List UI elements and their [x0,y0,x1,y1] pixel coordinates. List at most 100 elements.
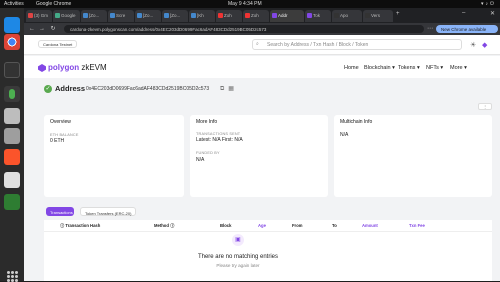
chat-icon[interactable] [4,172,20,188]
nav-home[interactable]: Home [344,65,359,71]
more-info-title: More Info [196,119,218,125]
vscode-icon[interactable] [4,17,20,33]
forward-icon[interactable]: → [38,25,46,33]
tab-favicon-icon [110,13,115,18]
nav-tokens[interactable]: Tokens ▾ [398,65,420,71]
new-chrome-button[interactable]: New Chrome available [436,25,498,33]
funded-by-label: FUNDED BY [196,151,220,155]
back-icon[interactable]: ← [28,25,36,33]
more-info-card: More Info TRANSACTIONS SENT Latest: N/A … [190,115,328,197]
app-grid-icon[interactable] [6,270,18,282]
tab-strip: (3) Gm Google [Zo... Scre [Zo... [Zo... [Kh Zoh… [24,8,500,23]
col-txn-fee[interactable]: Txn Fee [409,223,425,228]
filter-dropdown[interactable]: ⋮ [478,103,492,110]
browser-tab[interactable]: Addr [270,10,304,22]
theme-light-icon[interactable]: ☀ [470,41,476,49]
funded-by-value: N/A [196,157,205,163]
new-tab-icon[interactable]: + [396,11,400,17]
trash-icon[interactable] [4,194,20,210]
tab-label: Google [61,13,76,18]
empty-box-icon: ▣ [232,234,244,246]
empty-state-subtitle: Please try again later [216,263,260,268]
system-top-bar: Activities Google Chrome May 9 4:34 PM ▾… [0,0,500,8]
activities-button[interactable]: Activities [4,1,24,7]
folder-icon[interactable] [4,128,20,144]
search-input[interactable]: Search by Address / Txn Hash / Block / T… [252,39,462,50]
tab-label: Tok [313,13,321,18]
browser-tab[interactable]: [Zo... [162,10,188,22]
browser-tab[interactable]: Zoh [216,10,242,22]
eth-balance-value: 0 ETH [50,138,65,144]
terminal-icon[interactable] [4,62,20,78]
tab-transactions[interactable]: Transactions [46,207,74,216]
main-nav: polygon zkEVM Home Blockchain ▾ Tokens ▾… [24,56,500,78]
eth-balance-label: ETH BALANCE [50,133,79,137]
browser-tab[interactable]: Tok [305,10,331,22]
window-close-icon[interactable]: ✕ [490,10,495,17]
nav-nfts-label: NFTs [426,65,439,71]
testnet-badge[interactable]: Cardona Testnet [38,40,78,48]
page-title: Address [55,84,86,93]
browser-tab[interactable]: (3) Gm [26,10,52,22]
tab-favicon-icon [28,13,33,18]
system-tray[interactable]: ▾♪⏻ [481,1,496,7]
col-amount[interactable]: Amount [362,223,378,228]
multichain-card: Multichain Info N/A [334,115,492,197]
transactions-table: ⓘ Transaction Hash Method ⓘ Block Age Fr… [44,220,492,281]
col-transaction-hash-label: Transaction Hash [65,223,101,228]
chevron-down-icon: ▾ [416,65,420,71]
nav-blockchain[interactable]: Blockchain ▾ [364,65,395,71]
browser-tab[interactable]: Apo [332,10,362,22]
col-block[interactable]: Block [220,223,231,228]
browser-tab[interactable]: Zoh [243,10,269,22]
nav-tokens-label: Tokens [398,65,416,71]
tab-label: Scre [116,13,126,18]
col-method-label: Method [154,223,169,228]
header-divider [44,231,492,232]
window-minimize-icon[interactable]: – [462,10,465,16]
tab-favicon-icon [164,13,169,18]
extensions-icon[interactable]: ⋯ [426,25,434,33]
app-dock [0,8,24,282]
browser-tab[interactable]: Scre [108,10,134,22]
database-icon[interactable] [4,86,20,102]
chrome-window: (3) Gm Google [Zo... Scre [Zo... [Zo... [Kh Zoh… [24,8,500,281]
brave-icon[interactable] [4,149,20,165]
tab-label: Vers [371,13,381,18]
system-clock[interactable]: May 9 4:34 PM [228,1,262,7]
info-icon: ⓘ [170,223,175,228]
site-logo[interactable]: polygon zkEVM [38,63,107,72]
nav-more-label: More [450,65,463,71]
theme-dark-icon[interactable]: ◆ [482,41,487,49]
address-actions: ⧉▦ [220,85,238,93]
page-content: Cardona Testnet Search by Address / Txn … [24,35,500,281]
browser-tab[interactable]: [Kh [189,10,215,22]
col-method[interactable]: Method ⓘ [154,223,174,229]
browser-tab[interactable]: Google [53,10,80,22]
overview-title: Overview [50,119,71,125]
col-from[interactable]: From [292,223,302,228]
address-bar-row: ← → ↻ cardona-zkevm.polygonscan.com/addr… [24,23,500,35]
browser-tab[interactable]: Vers [363,10,393,22]
qr-code-icon[interactable]: ▦ [228,86,238,92]
chevron-down-icon: ▾ [392,65,395,71]
chrome-icon[interactable] [4,34,20,50]
browser-tab[interactable]: [Zo... [81,10,107,22]
col-age[interactable]: Age [258,223,266,228]
url-field[interactable]: cardona-zkevm.polygonscan.com/address/0x… [64,25,424,33]
tab-favicon-icon [83,13,88,18]
reload-icon[interactable]: ↻ [49,25,57,33]
multichain-value: N/A [340,132,349,138]
col-to[interactable]: To [332,223,337,228]
browser-tab[interactable]: [Zo... [135,10,161,22]
tab-label: (3) Gm [34,13,48,18]
transactions-sent-value: Latest: N/A First: N/A [196,137,243,143]
tab-token-transfers[interactable]: Token Transfers (ERC-20) [80,207,136,216]
tab-favicon-icon [365,13,370,18]
files-icon[interactable] [4,108,20,124]
nav-nfts[interactable]: NFTs ▾ [426,65,443,71]
tab-label: [Zo... [143,13,154,18]
col-transaction-hash[interactable]: ⓘ Transaction Hash [60,223,100,229]
nav-blockchain-label: Blockchain [364,65,391,71]
nav-more[interactable]: More ▾ [450,65,467,71]
